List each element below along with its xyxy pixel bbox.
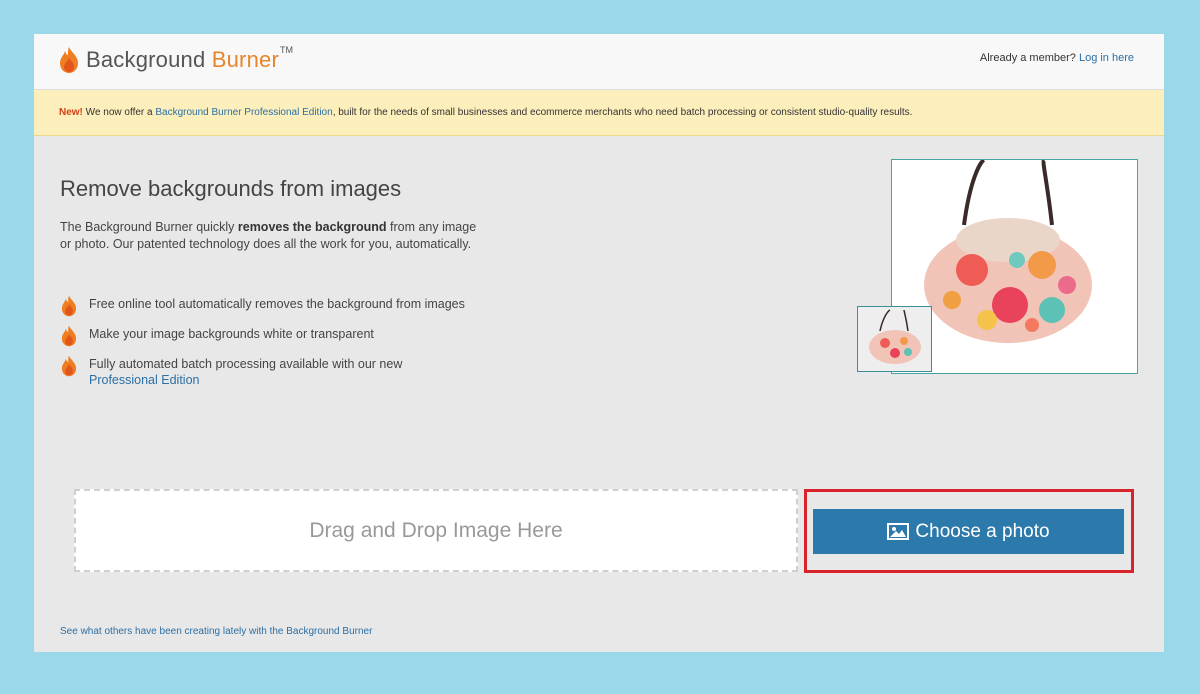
brand-name: Background Burner (86, 47, 279, 73)
feature-list: Free online tool automatically removes t… (60, 295, 480, 402)
new-badge: New! (59, 107, 83, 118)
feature-item: Make your image backgrounds white or tra… (60, 325, 480, 347)
member-text: Already a member? (979, 52, 1076, 64)
announcement-banner: New! We now offer a Background Burner Pr… (34, 90, 1164, 136)
page-title: Remove backgrounds from images (60, 176, 402, 201)
choose-photo-highlight: Choose a photo (804, 489, 1134, 573)
dropzone-label: Drag and Drop Image Here (309, 518, 563, 542)
page-frame: Background Burner TM Already a member? L… (34, 34, 1164, 652)
member-prompt: Already a member? Log in here (980, 52, 1134, 64)
image-icon (887, 523, 910, 540)
professional-edition-banner-link[interactable]: Background Burner Professional Edition (155, 107, 332, 118)
gallery-link[interactable]: See what others have been creating latel… (60, 626, 372, 637)
feature-text: Make your image backgrounds white or tra… (89, 327, 374, 341)
drag-drop-zone[interactable]: Drag and Drop Image Here (74, 489, 798, 572)
flame-bullet-icon (61, 325, 77, 347)
feature-text: Fully automated batch processing availab… (89, 357, 403, 371)
feature-text: Free online tool automatically removes t… (89, 297, 465, 311)
intro-text-before: The Background Burner quickly (60, 220, 238, 234)
feature-item: Free online tool automatically removes t… (60, 295, 480, 317)
brand-name-part2: Burner (211, 47, 279, 72)
feature-item: Fully automated batch processing availab… (60, 355, 480, 388)
login-link[interactable]: Log in here (1079, 52, 1134, 64)
brand-name-part1: Background (86, 47, 212, 72)
handbag-thumbnail-image (858, 307, 931, 371)
professional-edition-link[interactable]: Professional Edition (89, 373, 199, 387)
intro-paragraph: The Background Burner quickly removes th… (60, 219, 480, 253)
logo[interactable]: Background Burner TM (58, 45, 293, 74)
site-header: Background Burner TM Already a member? L… (34, 34, 1164, 90)
sample-original-thumbnail (857, 306, 932, 372)
flame-bullet-icon (61, 295, 77, 317)
banner-text-after: , built for the needs of small businesse… (332, 107, 913, 118)
trademark: TM (279, 45, 293, 55)
choose-photo-label: Choose a photo (915, 520, 1050, 542)
flame-logo-icon (60, 47, 78, 73)
intro-text-bold: removes the background (237, 220, 387, 234)
choose-photo-button[interactable]: Choose a photo (813, 509, 1124, 554)
banner-text-before: We now offer a (82, 107, 156, 118)
flame-bullet-icon (61, 355, 77, 377)
